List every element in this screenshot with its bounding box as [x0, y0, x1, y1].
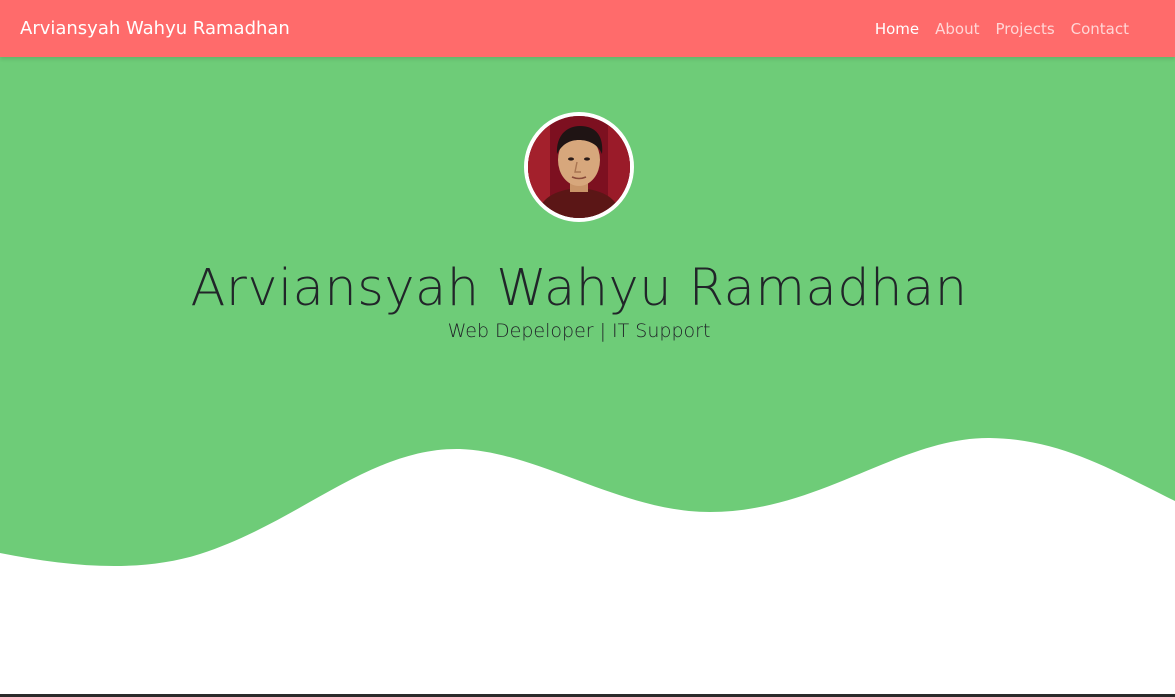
hero-section: Arviansyah Wahyu Ramadhan Web Depeloper …: [0, 57, 1175, 697]
nav-link-about[interactable]: About: [935, 20, 979, 38]
brand-link[interactable]: Arviansyah Wahyu Ramadhan: [20, 0, 290, 57]
nav-link-projects[interactable]: Projects: [996, 20, 1055, 38]
hero-subtitle: Web Depeloper | IT Support: [447, 320, 711, 342]
hero-name: Arviansyah Wahyu Ramadhan: [190, 259, 968, 319]
navbar: Arviansyah Wahyu Ramadhan Home About Pro…: [0, 0, 1175, 57]
nav-menu: Home About Projects Contact: [875, 0, 1129, 57]
nav-link-home[interactable]: Home: [875, 20, 919, 38]
profile-avatar: [524, 112, 634, 222]
nav-link-contact[interactable]: Contact: [1071, 20, 1129, 38]
